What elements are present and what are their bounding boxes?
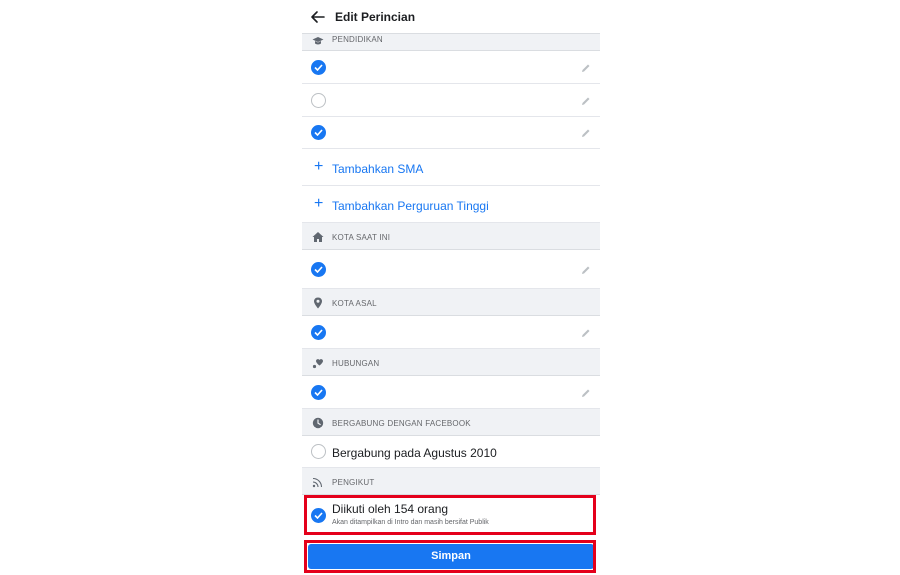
section-current-city: KOTA SAAT INI [302,223,600,250]
list-item[interactable] [302,84,600,117]
unchecked-checkbox[interactable] [311,93,326,108]
section-label: HUBUNGAN [332,359,380,368]
checked-checkbox[interactable] [311,125,326,140]
section-label: PENGIKUT [332,478,375,487]
plus-icon: + [314,195,324,212]
checked-checkbox[interactable] [311,385,326,400]
pencil-icon[interactable] [581,265,591,275]
graduation-cap-icon [312,37,324,45]
checkmark-icon [314,266,323,273]
add-college-label: Tambahkan Perguruan Tinggi [332,199,489,213]
joined-date-label: Bergabung pada Agustus 2010 [332,446,497,460]
section-label: PENDIDIKAN [332,35,383,44]
add-college-button[interactable]: + Tambahkan Perguruan Tinggi [302,186,600,223]
list-item[interactable] [302,51,600,84]
list-item[interactable]: Bergabung pada Agustus 2010 [302,436,600,468]
location-pin-icon [314,297,322,309]
add-high-school-label: Tambahkan SMA [332,162,424,176]
clock-icon [312,417,324,429]
rss-feed-icon [312,477,323,488]
list-item[interactable] [302,376,600,409]
checked-checkbox[interactable] [311,60,326,75]
plus-icon: + [314,158,324,175]
followers-highlight-box [304,495,596,535]
save-highlight-box [304,540,596,573]
top-bar: Edit Perincian [302,0,600,34]
section-hometown: KOTA ASAL [302,289,600,316]
list-item[interactable] [302,316,600,349]
pencil-icon[interactable] [581,388,591,398]
pencil-icon[interactable] [581,96,591,106]
unchecked-checkbox[interactable] [311,444,326,459]
checked-checkbox[interactable] [311,262,326,277]
checkmark-icon [314,329,323,336]
section-label: KOTA SAAT INI [332,233,391,242]
checked-checkbox[interactable] [311,325,326,340]
pencil-icon[interactable] [581,128,591,138]
add-high-school-button[interactable]: + Tambahkan SMA [302,149,600,186]
checkmark-icon [314,129,323,136]
home-icon [312,232,324,242]
section-education: PENDIDIKAN [302,34,600,51]
section-relationship: HUBUNGAN [302,349,600,376]
pencil-icon[interactable] [581,328,591,338]
heart-icon [312,359,323,369]
list-item[interactable] [302,250,600,289]
back-arrow-icon[interactable] [310,9,326,25]
section-followers: PENGIKUT [302,468,600,495]
checkmark-icon [314,389,323,396]
section-label: BERGABUNG DENGAN FACEBOOK [332,419,471,428]
list-item[interactable] [302,117,600,149]
pencil-icon[interactable] [581,63,591,73]
page-title: Edit Perincian [335,10,416,24]
checkmark-icon [314,64,323,71]
section-label: KOTA ASAL [332,299,377,308]
section-joined-facebook: BERGABUNG DENGAN FACEBOOK [302,409,600,436]
edit-details-screen: Edit Perincian PENDIDIKAN + Tambahkan SM… [302,0,600,575]
